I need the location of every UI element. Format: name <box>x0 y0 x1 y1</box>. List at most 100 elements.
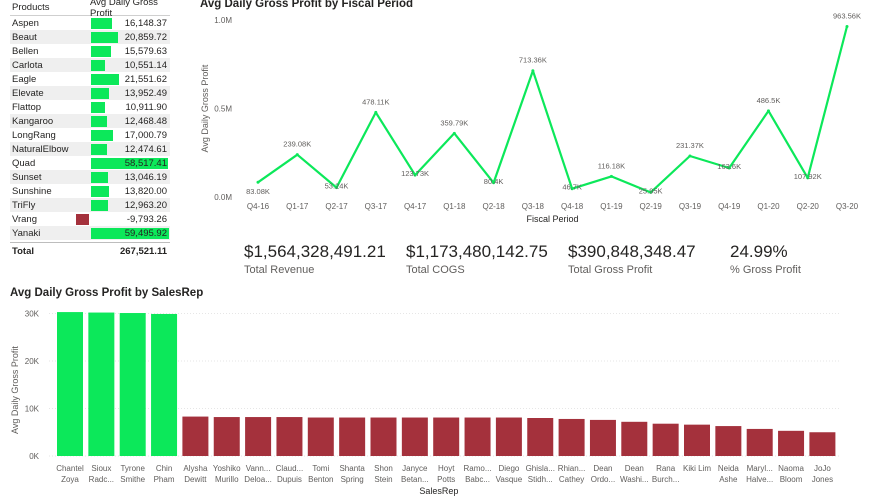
gross-profit-cell: 13,046.19 <box>90 171 170 184</box>
kpi-card[interactable]: $1,173,480,142.75 Total COGS <box>406 242 548 276</box>
table-row[interactable]: Quad 58,517.41 <box>10 156 170 170</box>
kpi-card[interactable]: $1,564,328,491.21 Total Revenue <box>244 242 386 276</box>
bar[interactable] <box>589 419 616 456</box>
bar-x-tick-label: Chantel <box>56 464 84 473</box>
bar[interactable] <box>684 424 710 456</box>
kpi-value: $390,848,348.47 <box>568 242 696 261</box>
total-value: 267,521.11 <box>119 245 167 257</box>
line-point[interactable] <box>845 24 849 28</box>
bar[interactable] <box>527 418 554 456</box>
bar[interactable] <box>119 313 146 456</box>
bar-x-tick-label: Zoya <box>61 475 79 484</box>
line-point[interactable] <box>609 174 613 178</box>
line-series[interactable] <box>257 26 849 194</box>
bar[interactable] <box>558 418 585 456</box>
product-name: Sunshine <box>12 185 52 197</box>
line-point[interactable] <box>688 154 692 158</box>
table-row[interactable]: Sunshine 13,820.00 <box>10 184 170 198</box>
bar[interactable] <box>276 417 303 456</box>
bar[interactable] <box>245 417 272 456</box>
line-x-tick-label: Q2-17 <box>325 202 348 211</box>
bar-x-tick-label: Tomi <box>312 464 329 473</box>
line-x-tick-label: Q4-18 <box>561 202 584 211</box>
bar[interactable] <box>57 312 83 456</box>
kpi-card[interactable]: 24.99% % Gross Profit <box>730 242 801 276</box>
bar-x-tick-label: Dean <box>625 464 644 473</box>
table-row[interactable]: Vrang -9,793.26 <box>10 212 170 226</box>
product-name: Bellen <box>12 45 39 57</box>
table-row[interactable]: Carlota 10,551.14 <box>10 58 170 72</box>
bar-y-axis-title: Avg Daily Gross Profit <box>10 346 20 434</box>
line-point[interactable] <box>256 180 260 184</box>
bar[interactable] <box>88 312 115 456</box>
product-name: Quad <box>12 157 36 169</box>
data-bar <box>91 115 108 127</box>
header-products[interactable]: Products <box>10 2 88 13</box>
bar-x-tick-label: Rana <box>656 464 676 473</box>
bar[interactable] <box>746 428 773 456</box>
table-row[interactable]: Aspen 16,148.37 <box>10 16 170 30</box>
bar[interactable] <box>652 423 679 456</box>
table-row[interactable]: Elevate 13,952.49 <box>10 86 170 100</box>
bar[interactable] <box>464 417 491 456</box>
line-data-label: 80.4K <box>484 177 504 186</box>
bar[interactable] <box>182 416 209 456</box>
product-name: Yanaki <box>12 227 41 239</box>
line-point[interactable] <box>295 153 299 157</box>
table-row[interactable]: Bellen 15,579.63 <box>10 44 170 58</box>
bar[interactable] <box>151 313 178 456</box>
line-point[interactable] <box>452 131 456 135</box>
bar-x-tick-label: Diego <box>498 464 519 473</box>
line-x-tick-label: Q2-20 <box>797 202 820 211</box>
bar-x-tick-label: Ramo... <box>464 464 492 473</box>
gross-profit-cell: -9,793.26 <box>76 213 170 226</box>
line-x-tick-label: Q1-17 <box>286 202 309 211</box>
table-row[interactable]: Eagle 21,551.62 <box>10 72 170 86</box>
bar-x-tick-label: Deloa... <box>244 475 272 484</box>
table-row[interactable]: Beaut 20,859.72 <box>10 30 170 44</box>
data-bar <box>91 101 106 113</box>
table-row[interactable]: Sunset 13,046.19 <box>10 170 170 184</box>
line-data-label: 231.37K <box>676 141 704 150</box>
bar[interactable] <box>778 430 805 456</box>
gross-profit-cell: 58,517.41 <box>90 157 170 170</box>
line-data-label: 25.95K <box>639 186 663 195</box>
bar[interactable] <box>433 417 460 456</box>
product-name: Aspen <box>12 17 39 29</box>
line-x-tick-label: Q3-20 <box>836 202 859 211</box>
bar-x-tick-label: Shon <box>374 464 393 473</box>
line-x-tick-label: Q1-19 <box>600 202 623 211</box>
table-row[interactable]: Kangaroo 12,468.48 <box>10 114 170 128</box>
bar-x-tick-label: Betan... <box>401 475 429 484</box>
bar[interactable] <box>401 417 428 456</box>
line-point[interactable] <box>766 109 770 113</box>
kpi-card[interactable]: $390,848,348.47 Total Gross Profit <box>568 242 696 276</box>
bar[interactable] <box>495 417 522 456</box>
bar-x-tick-label: Ashe <box>719 475 738 484</box>
line-point[interactable] <box>374 110 378 114</box>
bar[interactable] <box>213 417 240 456</box>
product-name: Beaut <box>12 31 37 43</box>
table-row[interactable]: NaturalElbow 12,474.61 <box>10 142 170 156</box>
bar-x-tick-label: Claud... <box>276 464 304 473</box>
data-bar <box>91 199 108 211</box>
line-point[interactable] <box>531 69 535 73</box>
line-data-label: 713.36K <box>519 56 547 65</box>
bar-x-tick-label: Rhian... <box>558 464 586 473</box>
table-row[interactable]: Yanaki 59,495.92 <box>10 226 170 240</box>
bar[interactable] <box>370 417 397 456</box>
bar[interactable] <box>307 417 334 456</box>
bar[interactable] <box>809 432 836 456</box>
table-row[interactable]: LongRang 17,000.79 <box>10 128 170 142</box>
gross-profit-cell: 21,551.62 <box>90 73 170 86</box>
bar[interactable] <box>339 417 366 456</box>
bar-x-tick-label: Kiki Lim <box>683 464 711 473</box>
table-row[interactable]: TriFly 12,963.20 <box>10 198 170 212</box>
bar[interactable] <box>715 426 742 456</box>
bar-x-tick-label: Yoshiko <box>213 464 241 473</box>
table-row[interactable]: Flattop 10,911.90 <box>10 100 170 114</box>
table-total-row: Total 267,521.11 <box>10 242 170 259</box>
data-bar <box>91 45 112 57</box>
products-table: Products Avg Daily Gross Profit Aspen 16,… <box>10 0 170 259</box>
bar[interactable] <box>621 421 648 456</box>
